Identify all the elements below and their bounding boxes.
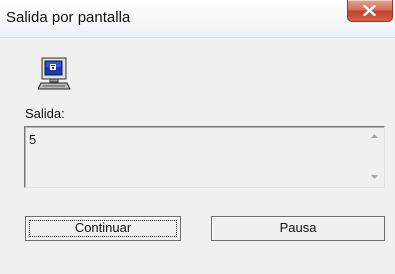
output-label: Salida:: [25, 106, 65, 121]
scroll-up-arrow-icon: [371, 134, 378, 138]
continue-button[interactable]: Continuar: [25, 216, 181, 241]
close-icon: [363, 5, 376, 16]
pause-button-label: Pausa: [279, 220, 317, 235]
scroll-up-button[interactable]: [366, 128, 383, 145]
continue-button-label: Continuar: [74, 220, 132, 235]
output-textarea[interactable]: 5: [24, 126, 385, 188]
output-value[interactable]: 5: [29, 132, 36, 147]
pause-button[interactable]: Pausa: [211, 216, 385, 241]
scroll-down-arrow-icon: [371, 175, 378, 179]
title-bar[interactable]: Salida por pantalla: [0, 0, 395, 38]
vertical-scrollbar[interactable]: [366, 128, 383, 186]
computer-icon: [38, 57, 71, 90]
close-button[interactable]: [347, 0, 393, 22]
window-title: Salida por pantalla: [6, 9, 131, 26]
output-dialog: Salida por pantalla Salida: 5 Continuar …: [0, 0, 395, 274]
scroll-down-button[interactable]: [366, 169, 383, 186]
